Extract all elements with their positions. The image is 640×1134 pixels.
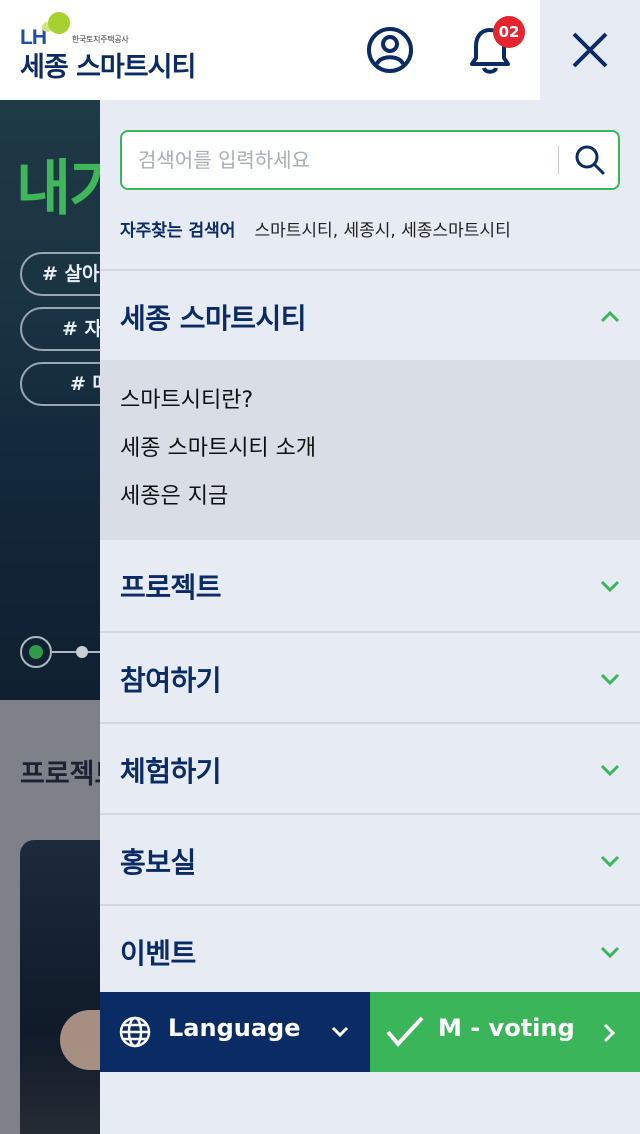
logo-company-name: 한국토지주택공사 xyxy=(72,35,129,44)
nav-drawer: 자주찾는 검색어 스마트시티, 세종시, 세종스마트시티 세종 스마트시티 스마… xyxy=(100,100,640,1134)
hero-tag: # 자라 xyxy=(20,307,100,351)
site-logo[interactable]: LH 한국토지주택공사 세종 스마트시티 xyxy=(20,10,196,84)
menu-item-label: 이벤트 xyxy=(120,937,196,970)
close-icon[interactable] xyxy=(566,26,614,74)
menu-item-label: 체험하기 xyxy=(120,755,222,788)
logo-site-name: 세종 스마트시티 xyxy=(20,52,196,83)
chevron-down-icon xyxy=(600,764,620,777)
chevron-down-icon xyxy=(600,946,620,959)
submenu-item-intro[interactable]: 세종 스마트시티 소개 xyxy=(100,430,640,478)
chevron-down-icon xyxy=(600,580,620,593)
menu-item-sejong-smartcity[interactable]: 세종 스마트시티 xyxy=(100,269,640,360)
menu-item-label: 세종 스마트시티 xyxy=(120,302,307,335)
hero-tag: # 살아 있 xyxy=(20,252,100,296)
section-title: 프로젝트 xyxy=(20,759,100,790)
background-page: 내가 # 살아 있 # 자라 # 떠 프로젝트 xyxy=(0,100,100,1134)
project-card xyxy=(20,840,100,1134)
frequent-searches: 자주찾는 검색어 스마트시티, 세종시, 세종스마트시티 xyxy=(120,216,511,241)
menu-item-event[interactable]: 이벤트 xyxy=(100,904,640,995)
menu-item-participate[interactable]: 참여하기 xyxy=(100,631,640,722)
main-menu: 세종 스마트시티 스마트시티란? 세종 스마트시티 소개 세종은 지금 프로젝트… xyxy=(100,269,640,995)
language-label: Language xyxy=(168,1014,301,1042)
chevron-up-icon xyxy=(600,310,620,323)
close-area xyxy=(540,0,640,100)
search-box xyxy=(120,130,620,190)
globe-icon xyxy=(119,1016,151,1048)
hero-tag: # 떠 xyxy=(20,362,100,406)
chevron-down-icon xyxy=(331,1026,349,1038)
chevron-down-icon xyxy=(600,855,620,868)
frequent-searches-words[interactable]: 스마트시티, 세종시, 세종스마트시티 xyxy=(255,221,511,241)
project-section: 프로젝트 xyxy=(0,700,100,1134)
check-icon xyxy=(386,1016,424,1048)
search-input[interactable] xyxy=(138,132,538,188)
chevron-right-icon xyxy=(603,1023,616,1043)
menu-item-experience[interactable]: 체험하기 xyxy=(100,722,640,813)
submenu-item-sejong-now[interactable]: 세종은 지금 xyxy=(100,478,640,526)
hero-banner: 내가 # 살아 있 # 자라 # 떠 xyxy=(0,100,100,700)
frequent-searches-label: 자주찾는 검색어 xyxy=(120,221,236,241)
submenu-item-what-is-smartcity[interactable]: 스마트시티란? xyxy=(100,382,640,430)
notification-badge: 02 xyxy=(493,16,525,48)
search-divider xyxy=(558,146,559,174)
user-icon[interactable] xyxy=(366,26,414,74)
menu-item-label: 홍보실 xyxy=(120,846,196,879)
chevron-down-icon xyxy=(600,673,620,686)
search-icon[interactable] xyxy=(574,144,606,176)
site-header: LH 한국토지주택공사 세종 스마트시티 02 xyxy=(0,0,540,100)
language-button[interactable]: Language xyxy=(100,992,370,1072)
hero-title: 내가 xyxy=(16,154,100,224)
menu-item-pr[interactable]: 홍보실 xyxy=(100,813,640,904)
menu-item-label: 프로젝트 xyxy=(120,571,222,604)
menu-item-project[interactable]: 프로젝트 xyxy=(100,540,640,631)
submenu: 스마트시티란? 세종 스마트시티 소개 세종은 지금 xyxy=(100,360,640,540)
bottom-bar: Language M - voting xyxy=(100,992,640,1072)
m-voting-label: M - voting xyxy=(438,1014,575,1042)
logo-mark-icon xyxy=(32,10,70,38)
m-voting-button[interactable]: M - voting xyxy=(370,992,640,1072)
menu-item-label: 참여하기 xyxy=(120,664,222,697)
